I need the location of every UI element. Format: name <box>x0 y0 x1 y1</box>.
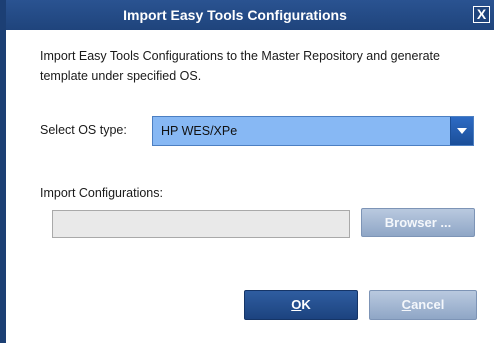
close-icon: X <box>476 6 487 22</box>
ok-label-rest: K <box>301 297 311 312</box>
import-path-input[interactable] <box>52 210 350 238</box>
cancel-label-rest: ancel <box>411 297 445 312</box>
import-configurations-label: Import Configurations: <box>40 186 163 200</box>
cancel-button[interactable]: Cancel <box>369 290 477 320</box>
browse-button[interactable]: Browser ... <box>361 208 475 237</box>
import-configurations-dialog: Import Easy Tools Configurations X Impor… <box>0 0 494 343</box>
cancel-mnemonic: C <box>401 297 412 312</box>
dialog-title: Import Easy Tools Configurations <box>123 7 347 23</box>
chevron-down-icon <box>457 128 467 134</box>
dialog-description: Import Easy Tools Configurations to the … <box>40 49 440 83</box>
dropdown-toggle[interactable] <box>450 117 473 145</box>
os-type-selected-value: HP WES/XPe <box>161 124 238 138</box>
os-type-select[interactable]: HP WES/XPe <box>152 116 474 146</box>
close-button[interactable]: X <box>473 6 490 23</box>
ok-button[interactable]: OK <box>244 290 358 320</box>
dialog-titlebar: Import Easy Tools Configurations X <box>6 0 494 30</box>
ok-mnemonic: O <box>291 297 302 312</box>
os-type-label: Select OS type: <box>40 123 127 137</box>
